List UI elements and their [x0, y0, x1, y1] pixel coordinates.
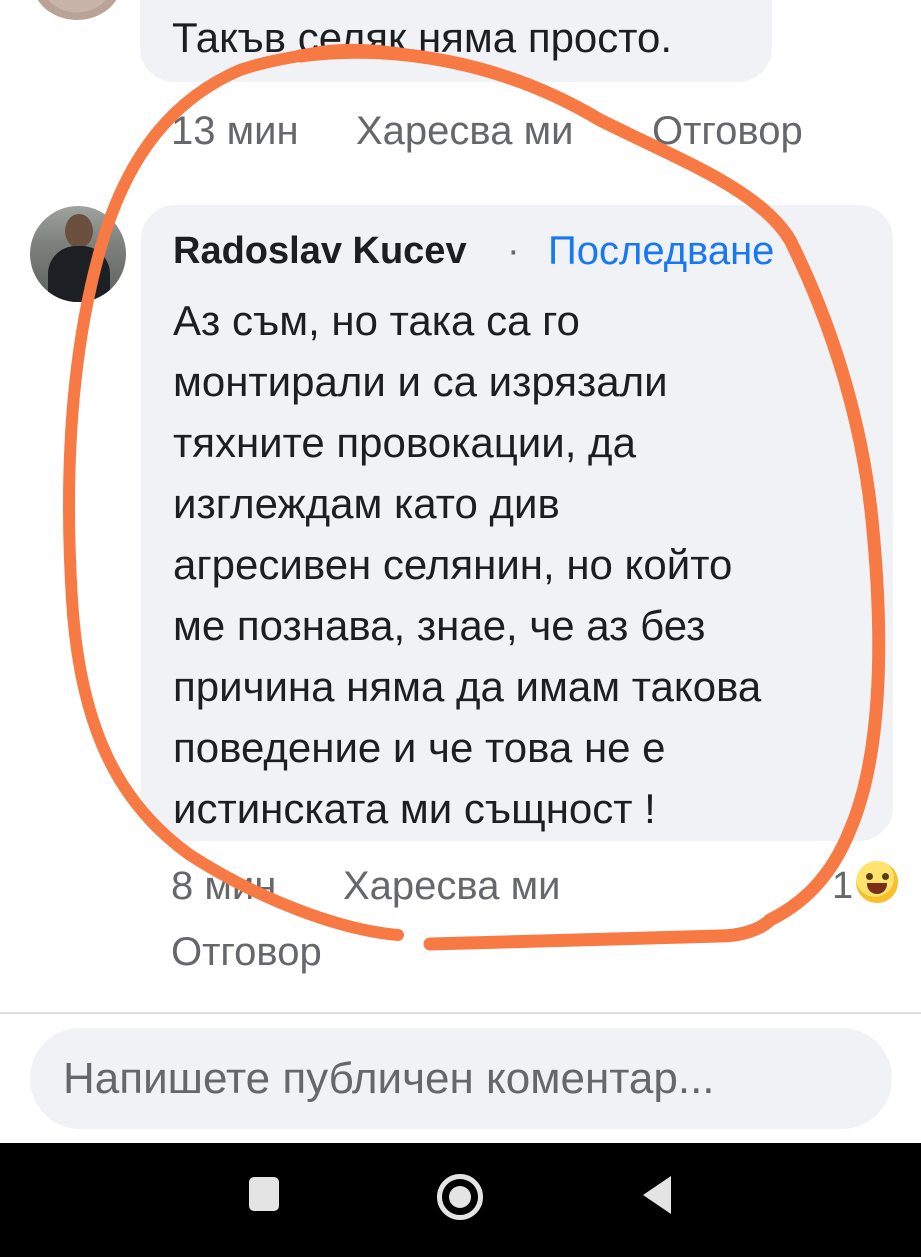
- previous-comment-text: Такъв селяк няма просто.: [172, 14, 673, 61]
- avatar-head: [65, 214, 93, 248]
- comment-input[interactable]: Напишете публичен коментар...: [30, 1028, 892, 1129]
- follow-button[interactable]: Последване: [548, 226, 774, 276]
- comment-text: Аз съм, но така са го монтирали и са изр…: [173, 297, 762, 832]
- avatar-body: [48, 246, 110, 302]
- previous-commenter-avatar[interactable]: [32, 0, 122, 20]
- back-icon[interactable]: [643, 1176, 671, 1214]
- laughing-emoji-icon[interactable]: [853, 858, 901, 906]
- previous-comment-time: 13 мин: [171, 109, 299, 153]
- previous-comment-like-button[interactable]: Харесва ми: [356, 107, 573, 155]
- previous-comment-reply-button[interactable]: Отговор: [652, 107, 803, 155]
- comment-author-name[interactable]: Radoslav Kucev: [173, 226, 467, 276]
- comment-time: 8 мин: [171, 864, 277, 908]
- previous-comment-bubble: Такъв селяк няма просто.: [140, 0, 772, 82]
- comment-reply-button[interactable]: Отговор: [171, 928, 322, 976]
- reaction-count[interactable]: 1: [832, 862, 853, 910]
- recent-apps-icon[interactable]: [249, 1177, 279, 1211]
- author-separator: ·: [507, 230, 520, 272]
- home-icon[interactable]: [437, 1174, 483, 1220]
- comment-like-button[interactable]: Харесва ми: [343, 862, 560, 910]
- commenter-avatar[interactable]: [30, 206, 126, 302]
- composer-divider: [0, 1012, 921, 1014]
- comment-input-placeholder: Напишете публичен коментар...: [63, 1054, 715, 1103]
